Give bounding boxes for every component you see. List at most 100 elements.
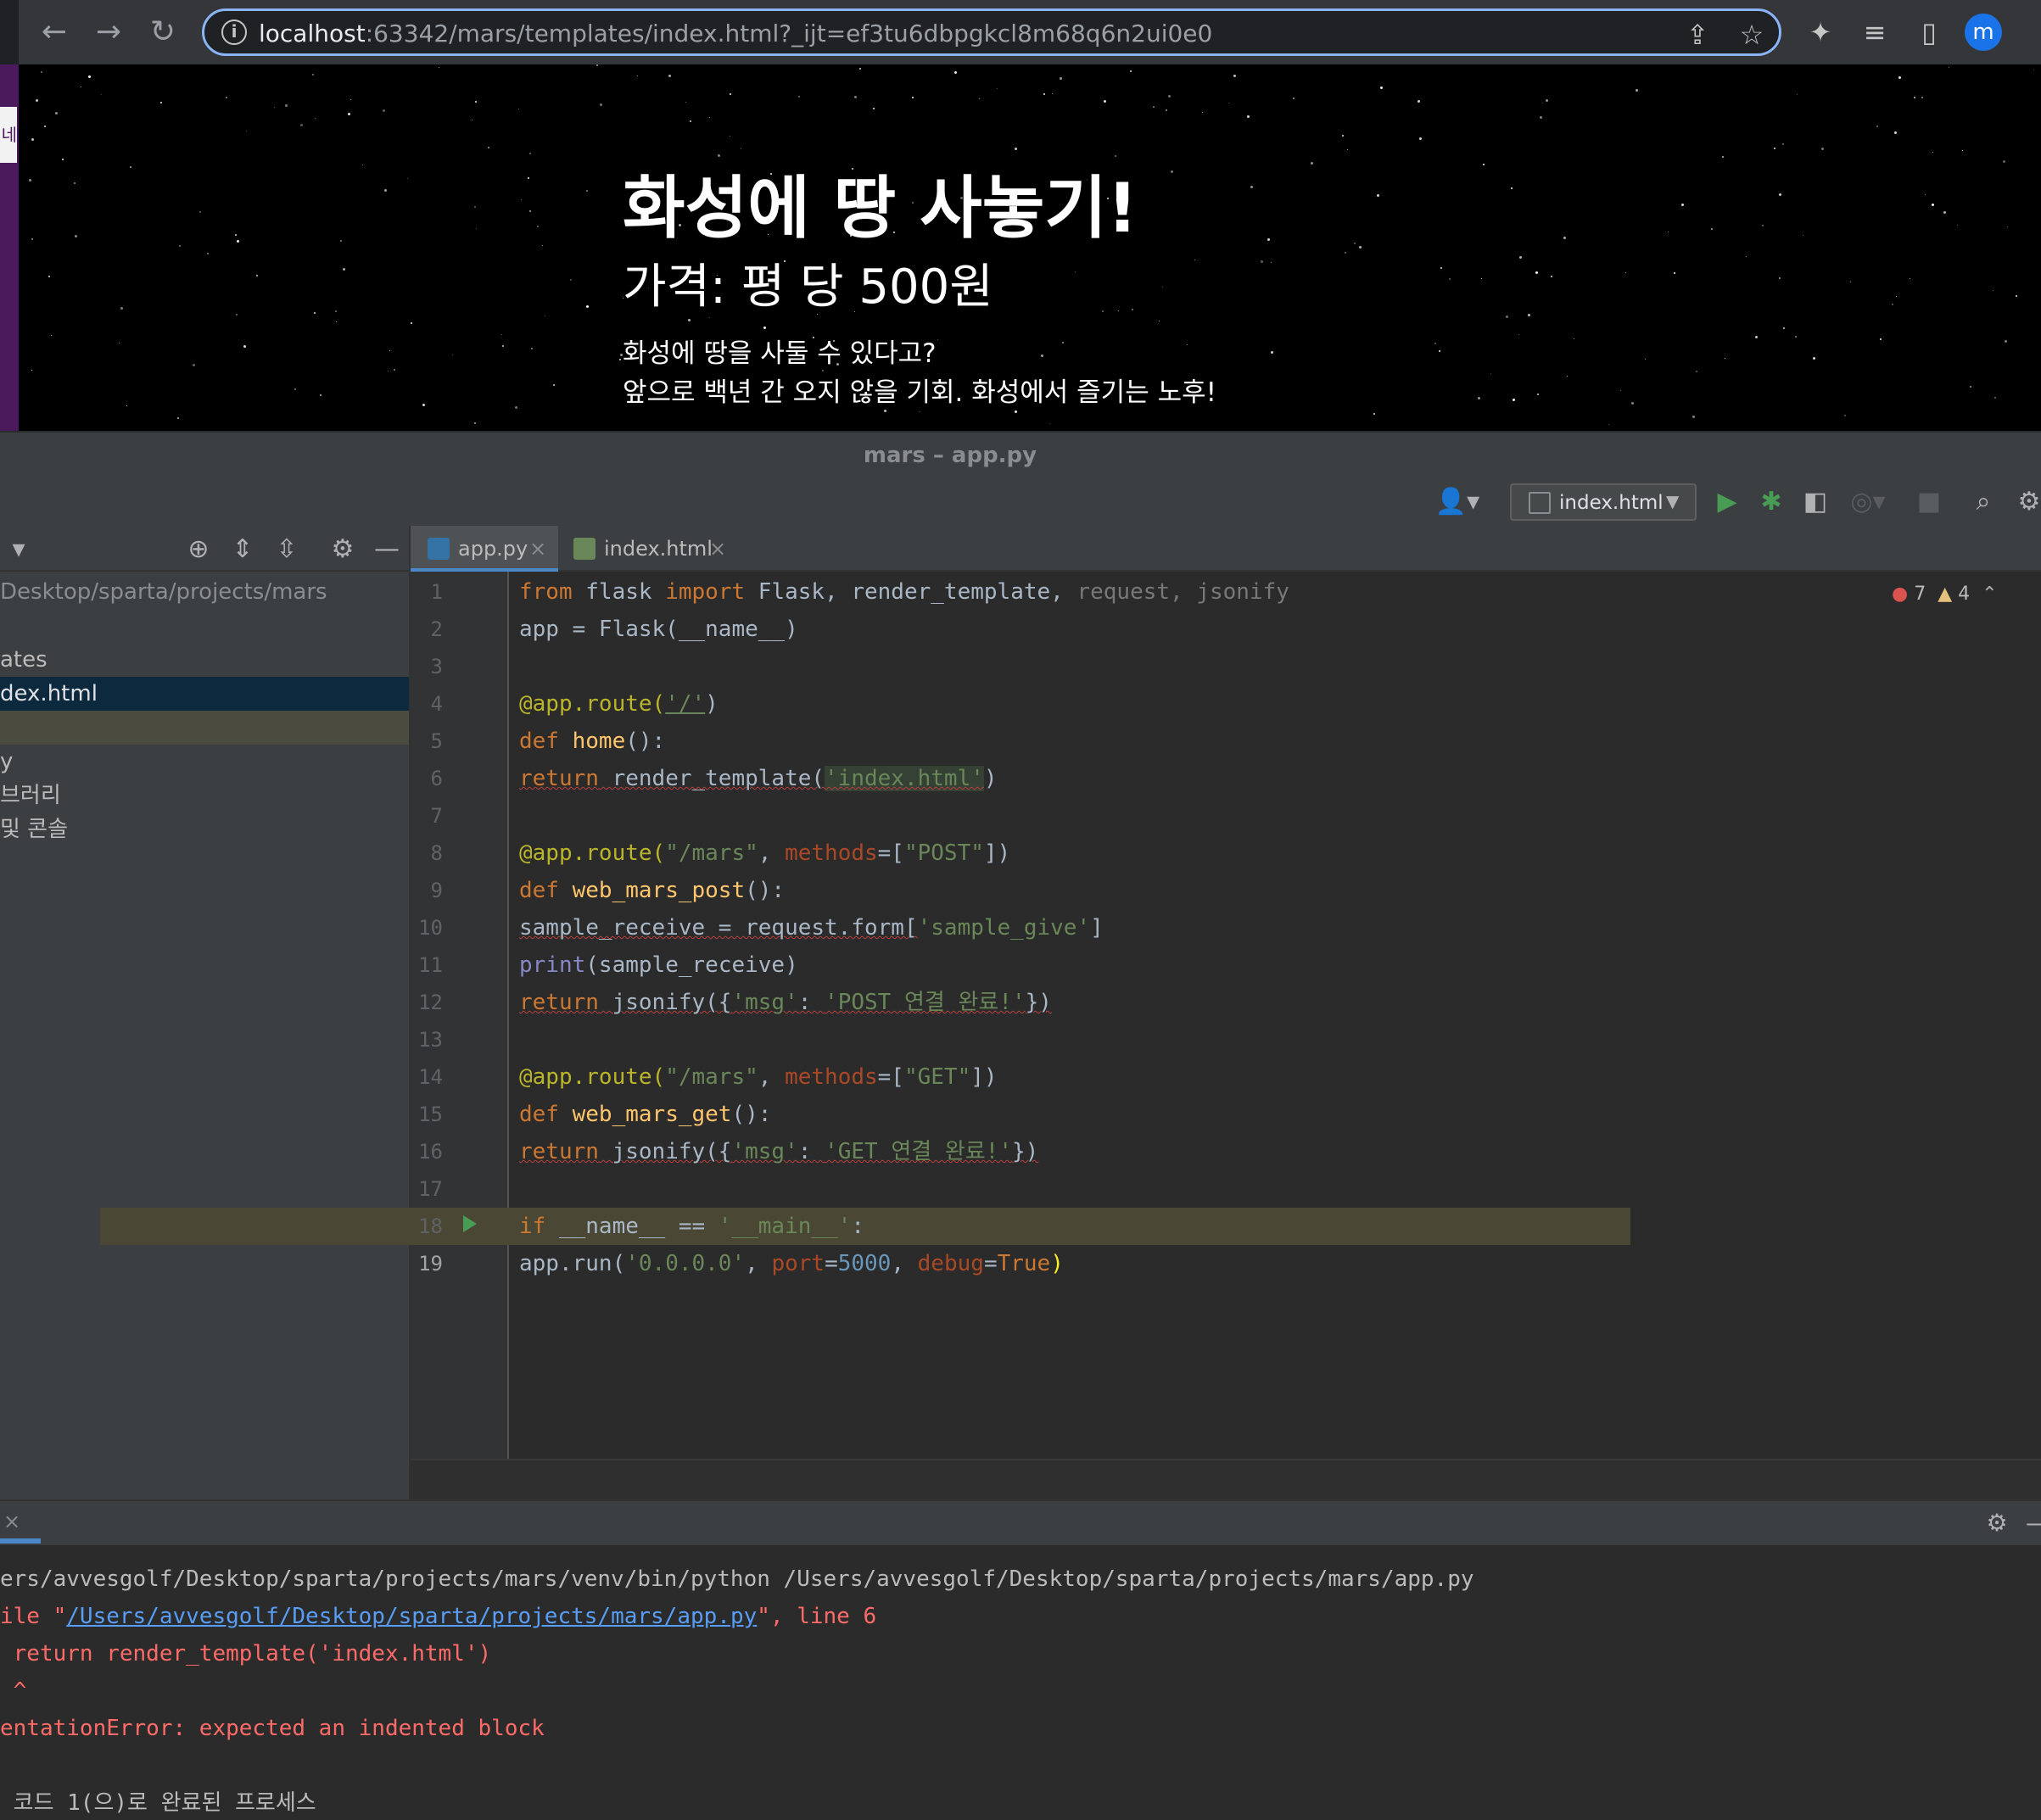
coverage-icon[interactable]: ◧ — [1797, 483, 1834, 521]
code-line-1[interactable]: from flask import Flask, render_template… — [519, 573, 1289, 611]
minimize-icon[interactable]: — — [2026, 1506, 2041, 1540]
star-dot — [1821, 148, 1825, 150]
browser-left-edge — [0, 0, 19, 64]
url-text[interactable]: localhost:63342/mars/templates/index.htm… — [259, 20, 1212, 48]
star-dot — [1680, 203, 1684, 206]
star-dot — [1721, 155, 1724, 158]
star-dot — [1782, 142, 1785, 145]
user-account-icon[interactable]: 👤▾ — [1434, 483, 1481, 521]
code-line-5[interactable]: def home(): — [519, 723, 665, 760]
close-icon[interactable]: × — [529, 526, 546, 572]
tab-index-html[interactable]: index.html × — [560, 526, 730, 572]
info-icon[interactable]: i — [221, 20, 247, 45]
code-line-12[interactable]: return jsonify({'msg': 'POST 연결 완료!'}) — [519, 984, 1052, 1021]
star-dot — [1380, 86, 1384, 89]
star-dot — [912, 97, 914, 99]
star-dot — [1943, 210, 1946, 214]
line-number: 2 — [430, 617, 443, 641]
star-dot — [1233, 74, 1236, 77]
forward-icon[interactable]: → — [88, 12, 129, 53]
star-dot — [729, 93, 731, 96]
star-dot — [1546, 99, 1549, 102]
code-line-4[interactable]: @app.route('/') — [519, 685, 719, 723]
function-name: web_mars_get — [572, 1102, 732, 1127]
star-dot — [1115, 154, 1116, 157]
star-dot — [1250, 185, 1253, 188]
tree-item-app-py[interactable]: y — [0, 745, 409, 779]
gear-icon[interactable]: ⚙ — [324, 531, 361, 568]
code-text: Flask, render_template, — [745, 579, 1077, 605]
star-dot — [1359, 245, 1362, 248]
code-text: = — [825, 1251, 838, 1276]
gear-icon[interactable]: ⚙ — [1980, 1506, 2014, 1540]
share-icon[interactable]: ⇪ — [1680, 18, 1714, 52]
code-line-2[interactable]: app = Flask(__name__) — [519, 611, 798, 648]
minimize-icon[interactable]: — — [368, 531, 405, 568]
collapse-all-icon[interactable]: ⇳ — [268, 531, 305, 568]
code-line-18[interactable]: if __name__ == '__main__': — [519, 1208, 864, 1245]
star-dot — [619, 358, 622, 360]
gear-icon[interactable]: ⚙ — [2010, 483, 2041, 521]
inspection-widget[interactable]: ● 7 ▲ 4 ⌃ — [1892, 582, 1998, 607]
code-text: sample_receive = request.form[ — [519, 915, 918, 941]
debug-icon[interactable]: ✱ — [1753, 483, 1790, 521]
star-dot — [87, 75, 91, 78]
code-text: : — [797, 1139, 825, 1164]
reload-icon[interactable]: ↻ — [143, 12, 183, 53]
star-dot — [29, 179, 32, 182]
tree-item-external-libraries[interactable]: 브러리 — [0, 779, 409, 812]
string: "/mars" — [665, 840, 758, 866]
tree-item-highlighted[interactable] — [0, 711, 409, 745]
star-dot — [1563, 237, 1566, 240]
star-dot — [1132, 308, 1134, 310]
chevron-down-icon[interactable]: ▾ — [0, 531, 37, 568]
profile-avatar[interactable]: m — [1965, 14, 2002, 51]
tab-app-py[interactable]: app.py × — [411, 526, 558, 572]
close-icon[interactable]: × — [709, 526, 726, 572]
project-root-path[interactable]: Desktop/sparta/projects/mars — [0, 575, 409, 609]
code-line-11[interactable]: print(sample_receive) — [519, 946, 798, 984]
console-file-link[interactable]: /Users/avvesgolf/Desktop/sparta/projects… — [66, 1604, 757, 1629]
tree-item-scratches-consoles[interactable]: 및 콘솔 — [0, 812, 409, 846]
code-line-15[interactable]: def web_mars_get(): — [519, 1096, 771, 1133]
line-number: 15 — [418, 1103, 443, 1126]
star-dot — [1925, 193, 1926, 195]
side-panel-icon[interactable]: ▯ — [1910, 14, 1948, 51]
line-number: 9 — [430, 879, 443, 902]
tree-item-templates[interactable]: ates — [0, 643, 409, 677]
code-line-16[interactable]: return jsonify({'msg': 'GET 연결 완료!'}) — [519, 1133, 1038, 1170]
star-dot — [1354, 243, 1356, 245]
star-dot — [596, 64, 598, 66]
close-icon[interactable]: × — [3, 1510, 20, 1533]
expand-all-icon[interactable]: ⇕ — [224, 531, 261, 568]
run-configuration-select[interactable]: index.html ▼ — [1510, 483, 1697, 521]
code-line-14[interactable]: @app.route("/mars", methods=["GET"]) — [519, 1058, 998, 1096]
star-dot — [1162, 286, 1164, 288]
star-dot — [1746, 255, 1747, 257]
decorator: @app.route( — [519, 691, 666, 717]
chevron-up-icon[interactable]: ⌃ — [1982, 583, 1997, 605]
run-gutter-icon[interactable] — [463, 1215, 477, 1232]
locate-file-icon[interactable]: ⊕ — [180, 531, 217, 568]
star-dot — [1512, 398, 1515, 401]
star-dot — [1293, 98, 1295, 100]
error-count: 7 — [1914, 583, 1926, 605]
chevron-down-icon: ▼ — [1666, 491, 1680, 511]
extensions-icon[interactable]: ✦ — [1802, 14, 1839, 51]
tree-item-index-html[interactable]: dex.html — [0, 677, 409, 711]
back-icon[interactable]: ← — [34, 12, 75, 53]
code-line-19[interactable]: app.run('0.0.0.0', port=5000, debug=True… — [519, 1245, 1064, 1282]
address-bar[interactable]: i localhost:63342/mars/templates/index.h… — [202, 8, 1781, 56]
media-icon[interactable]: ≡ — [1856, 14, 1893, 51]
star-dot — [225, 96, 227, 98]
stop-icon[interactable]: ■ — [1910, 483, 1948, 521]
bookmark-star-icon[interactable]: ☆ — [1735, 18, 1769, 52]
code-line-6[interactable]: return render_template('index.html') — [519, 760, 998, 797]
run-icon[interactable]: ▶ — [1708, 483, 1746, 521]
star-dot — [528, 152, 531, 154]
code-line-10[interactable]: sample_receive = request.form['sample_gi… — [519, 909, 1104, 946]
code-line-8[interactable]: @app.route("/mars", methods=["POST"]) — [519, 835, 1010, 872]
search-icon[interactable]: ⌕ — [1965, 483, 2002, 521]
profile-run-icon[interactable]: ◎▾ — [1842, 483, 1893, 521]
code-line-9[interactable]: def web_mars_post(): — [519, 872, 785, 909]
